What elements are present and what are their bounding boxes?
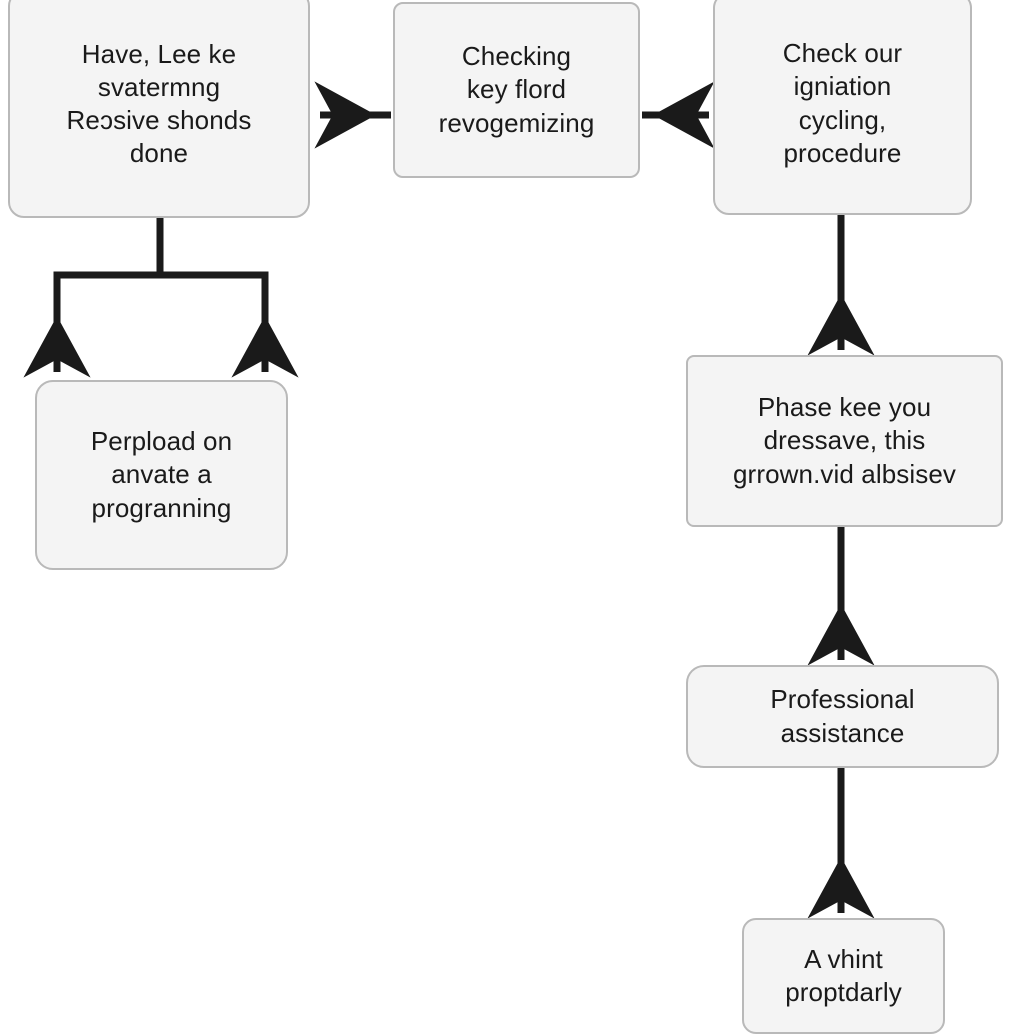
node-check-ignition-label: Check our igniation cycling, procedure	[782, 38, 903, 168]
flowchart-canvas: Have, Lee ke svatermng Reɔsive shonds do…	[0, 0, 1024, 1034]
node-perpload[interactable]: Perpload on anvate a progranning	[35, 380, 288, 570]
node-check-ignition[interactable]: Check our igniation cycling, procedure	[713, 0, 972, 215]
node-a-vhint-label: A vhint proptdarly	[785, 943, 902, 1007]
node-have-lee-label: Have, Lee ke svatermng Reɔsive shonds do…	[66, 38, 252, 169]
node-phase-kee[interactable]: Phase kee you dressave, this grrown.vid …	[686, 355, 1003, 527]
node-checking-key-label: Checking key flord revogemizing	[438, 41, 595, 138]
node-professional-assistance[interactable]: Professional assistance	[686, 665, 999, 768]
node-phase-kee-label: Phase kee you dressave, this grrown.vid …	[733, 392, 956, 489]
node-a-vhint[interactable]: A vhint proptdarly	[742, 918, 945, 1034]
node-professional-assistance-label: Professional assistance	[770, 684, 915, 748]
node-perpload-label: Perpload on anvate a progranning	[90, 426, 233, 523]
node-checking-key[interactable]: Checking key flord revogemizing	[393, 2, 640, 178]
node-have-lee[interactable]: Have, Lee ke svatermng Reɔsive shonds do…	[8, 0, 310, 218]
edge-have-to-perpload-stem	[53, 214, 269, 279]
